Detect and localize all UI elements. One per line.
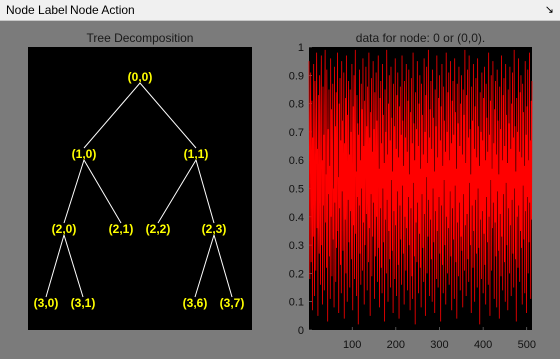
y-tick-label: 0.6	[289, 155, 304, 167]
tree-node-label[interactable]: (1,0)	[72, 147, 97, 161]
y-tick-label: 0.4	[289, 212, 304, 224]
y-tick-label: 0.2	[289, 268, 304, 280]
y-tick-label: 1	[298, 42, 304, 54]
tree-decomposition-plot[interactable]: (0,0) (1,0) (1,1) (2,0) (2,1) (2,2) (2,3) (3,0)…	[28, 47, 252, 330]
node-data-chart[interactable]: 0 0.1 0.2 0.3 0.4 0.5 0.6 0.7 0.8 0.9 1 100 200 300 4…	[280, 40, 550, 355]
tree-node-label[interactable]: (2,3)	[202, 222, 227, 236]
x-tick-label: 200	[387, 339, 405, 351]
y-tick-label: 0	[298, 325, 304, 337]
y-tick-label: 0.5	[289, 184, 304, 196]
figure-menubar: Node Label Node Action ↘	[0, 0, 560, 21]
x-tick-label: 400	[474, 339, 492, 351]
y-tick-label: 0.1	[289, 297, 304, 309]
tree-plot-background	[28, 47, 252, 330]
menu-node-label[interactable]: Node Label	[6, 3, 67, 17]
y-tick-label: 0.9	[289, 70, 304, 82]
tree-node-label[interactable]: (2,1)	[109, 222, 134, 236]
y-tick-label: 0.7	[289, 127, 304, 139]
tree-node-label[interactable]: (3,7)	[220, 296, 245, 310]
tree-node-label[interactable]: (0,0)	[128, 70, 153, 84]
tree-node-label[interactable]: (1,1)	[184, 147, 209, 161]
menu-node-action[interactable]: Node Action	[70, 3, 135, 17]
y-tick-label: 0.8	[289, 99, 304, 111]
y-tick-label: 0.3	[289, 240, 304, 252]
x-tick-label: 500	[518, 339, 536, 351]
x-tick-label: 300	[430, 339, 448, 351]
dock-arrow-icon[interactable]: ↘	[545, 3, 554, 16]
tree-node-label[interactable]: (3,1)	[71, 296, 96, 310]
tree-node-label[interactable]: (3,0)	[34, 296, 59, 310]
tree-node-label[interactable]: (2,2)	[146, 222, 171, 236]
x-tick-label: 100	[343, 339, 361, 351]
tree-node-label[interactable]: (2,0)	[52, 222, 77, 236]
tree-panel-title: Tree Decomposition	[86, 31, 194, 45]
tree-node-label[interactable]: (3,6)	[183, 296, 208, 310]
